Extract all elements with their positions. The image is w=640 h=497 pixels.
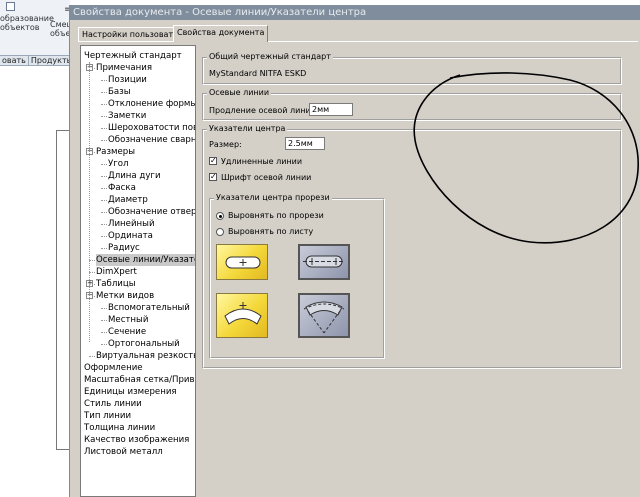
- tree-connector: [101, 248, 107, 249]
- document-properties-dialog: Свойства документа - Осевые линии/Указат…: [69, 5, 640, 497]
- tree-connector: [101, 164, 107, 165]
- tree-item[interactable]: Фаска: [108, 182, 136, 194]
- tree-item[interactable]: Качество изображения: [84, 434, 189, 446]
- tree-item[interactable]: Единицы измерения: [84, 386, 177, 398]
- tree-item[interactable]: Позиции: [108, 74, 147, 86]
- tree-item[interactable]: Шероховатости повер: [108, 122, 195, 134]
- tree-item[interactable]: Сечение: [108, 326, 146, 338]
- tree-connector: [101, 104, 107, 105]
- straight-slot-mark-icon[interactable]: [216, 244, 268, 280]
- tree-connector: [101, 92, 107, 93]
- tree-connector: [101, 188, 107, 189]
- extended-lines-checkbox[interactable]: ✓: [209, 157, 217, 165]
- group-center-marks: Указатели центра Размер: 2.5мм ✓ Удлинен…: [202, 124, 622, 369]
- group-drafting-standard-title: Общий чертежный стандарт: [207, 52, 333, 62]
- tree-item[interactable]: Обозначение отверст: [108, 206, 195, 218]
- align-to-sheet-label[interactable]: Выровнять по листу: [228, 227, 313, 237]
- tree-item[interactable]: Размеры: [96, 146, 135, 158]
- transform-objects-icon[interactable]: [6, 2, 15, 11]
- tree-item[interactable]: Длина дуги: [108, 170, 161, 182]
- tree-item[interactable]: Угол: [108, 158, 129, 170]
- bg-tab-products[interactable]: Продукть: [29, 56, 70, 65]
- arc-slot-centerline-icon[interactable]: [298, 293, 350, 338]
- align-to-slot-radio[interactable]: [216, 212, 224, 220]
- tree-item[interactable]: Вспомогательный: [108, 302, 190, 314]
- tree-connector: [101, 212, 107, 213]
- group-center-marks-title: Указатели центра: [207, 124, 288, 134]
- tree-item[interactable]: Таблицы: [96, 278, 136, 290]
- tree-connector: [101, 332, 107, 333]
- bg-tab-left[interactable]: овать: [0, 56, 29, 65]
- toolbar-label-transform[interactable]: образование объектов: [0, 14, 54, 32]
- dialog-title[interactable]: Свойства документа - Осевые линии/Указат…: [70, 5, 640, 20]
- tree-item[interactable]: Листовой металл: [84, 446, 163, 458]
- tree-connector: [101, 116, 107, 117]
- tree-item[interactable]: Стиль линии: [84, 398, 142, 410]
- tree-item[interactable]: Примечания: [96, 62, 152, 74]
- tree-item[interactable]: Диаметр: [108, 194, 148, 206]
- arc-slot-mark-icon[interactable]: [216, 293, 268, 338]
- tree-connector: [101, 80, 107, 81]
- tree-item[interactable]: Метки видов: [96, 290, 154, 302]
- straight-slot-centerline-icon[interactable]: [298, 244, 350, 280]
- tab-document-properties[interactable]: Свойства документа: [173, 25, 269, 42]
- center-mark-size-input[interactable]: 2.5мм: [285, 137, 325, 150]
- group-slot-center-marks-title: Указатели центра прорези: [214, 193, 332, 203]
- tree-connector: [101, 308, 107, 309]
- tree-item[interactable]: Радиус: [108, 242, 140, 254]
- group-centerlines: Осевые линии Продление осевой линии: 2мм: [202, 88, 622, 121]
- tree-connector: [101, 320, 107, 321]
- center-mark-size-label: Размер:: [209, 140, 242, 149]
- tree-item[interactable]: Ордината: [108, 230, 153, 242]
- tree-item[interactable]: Осевые линии/Указатели: [96, 254, 195, 266]
- extended-lines-label[interactable]: Удлиненные линии: [221, 157, 302, 167]
- tree-item[interactable]: Виртуальная резкость: [96, 350, 195, 362]
- tree-connector: [101, 128, 107, 129]
- tree-connector: [101, 236, 107, 237]
- tree-connector: [101, 224, 107, 225]
- tree-connector: [101, 140, 107, 141]
- tree-item[interactable]: Тип линии: [84, 410, 131, 422]
- tree-item[interactable]: Ортогональный: [108, 338, 180, 350]
- group-slot-center-marks: Указатели центра прорези Выровнять по пр…: [209, 193, 385, 359]
- tree-connector: [89, 356, 95, 357]
- tree-item[interactable]: Толщина линии: [84, 422, 155, 434]
- group-drafting-standard: Общий чертежный стандарт MyStandard NITF…: [202, 52, 622, 85]
- group-centerlines-title: Осевые линии: [207, 88, 272, 98]
- align-to-sheet-radio[interactable]: [216, 228, 224, 236]
- dialog-spacer: [70, 20, 640, 25]
- tree-item[interactable]: Обозначение сварног: [108, 134, 195, 146]
- tree-item[interactable]: Масштабная сетка/Привязат: [84, 374, 195, 386]
- background-command-tabs: овать Продукть: [0, 55, 70, 66]
- background-toolbar: образование объектов Смещ объе =: [0, 0, 74, 58]
- drafting-standard-value: MyStandard NITFA ESKD: [209, 69, 307, 78]
- background-canvas: [0, 67, 70, 497]
- tree-item[interactable]: Отклонение формы: [108, 98, 195, 110]
- centerline-font-checkbox[interactable]: ✓: [209, 173, 217, 181]
- tree-connector: [101, 200, 107, 201]
- align-to-slot-label[interactable]: Выровнять по прорези: [228, 211, 324, 221]
- tree-connector: [89, 62, 90, 342]
- centerline-extension-label: Продление осевой линии:: [209, 106, 319, 115]
- tree-connector: [101, 344, 107, 345]
- centerline-font-label[interactable]: Шрифт осевой линии: [221, 173, 311, 183]
- centerline-extension-input[interactable]: 2мм: [309, 103, 353, 116]
- tree-item[interactable]: Линейный: [108, 218, 155, 230]
- tree-connector: [101, 176, 107, 177]
- tree-item[interactable]: Заметки: [108, 110, 146, 122]
- tree-item[interactable]: Базы: [108, 86, 131, 98]
- tree-item[interactable]: Местный: [108, 314, 148, 326]
- drawing-sheet-border: [56, 130, 70, 450]
- tree-item[interactable]: DimXpert: [96, 266, 137, 278]
- properties-tree[interactable]: Чертежный стандарт − Примечания Позиции Базы…: [80, 45, 196, 497]
- tree-item[interactable]: Чертежный стандарт: [84, 50, 182, 62]
- tree-item[interactable]: Оформление: [84, 362, 143, 374]
